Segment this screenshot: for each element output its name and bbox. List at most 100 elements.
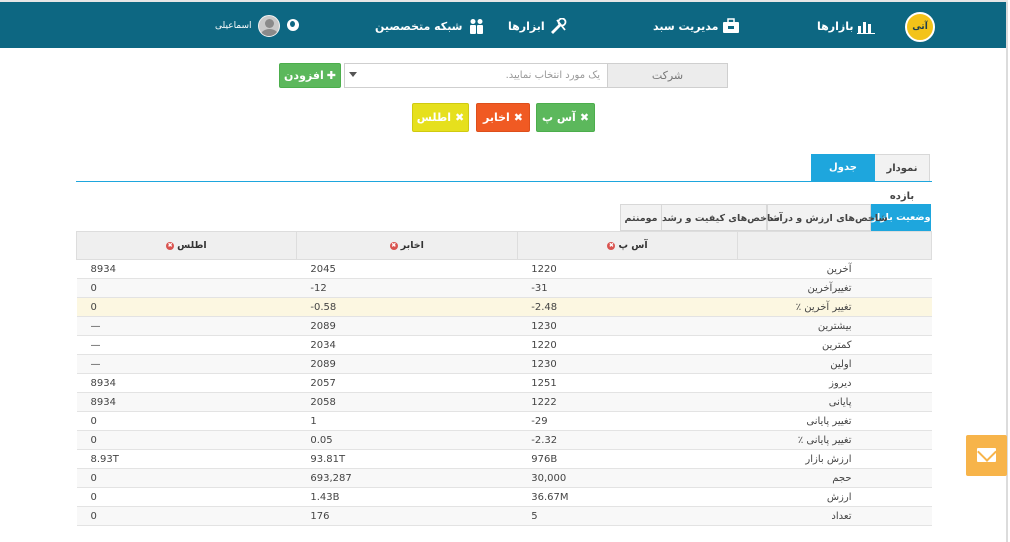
- cell-value: 1230: [517, 354, 738, 374]
- globe-icon[interactable]: [287, 19, 299, 31]
- cell-value: 36.67M: [517, 487, 738, 507]
- row-label: بیشترین: [737, 316, 932, 336]
- cell-value: 0.05: [296, 430, 518, 450]
- cell-value: 1220: [517, 259, 738, 279]
- cell-value: 1: [296, 411, 518, 431]
- table-row: کمترین 1220 2034 —: [76, 335, 932, 355]
- cell-value: 2058: [296, 392, 518, 412]
- tab-underline: [76, 181, 932, 182]
- row-label: حجم: [737, 468, 932, 488]
- cell-value: 0: [76, 411, 297, 431]
- cell-value: 0: [76, 278, 297, 298]
- avatar: [257, 15, 280, 37]
- tools-icon: [550, 18, 567, 34]
- nav-item-portfolio[interactable]: مدیریت سبد: [653, 17, 740, 35]
- row-label: تغییر آخرین ٪: [737, 297, 932, 317]
- tab-value-income[interactable]: شاخص‌های ارزش و درآمد: [767, 204, 888, 231]
- cell-value: 1251: [517, 373, 738, 393]
- close-icon[interactable]: ✖: [455, 111, 464, 124]
- row-label: ارزش: [737, 487, 932, 507]
- cell-value: 2089: [296, 316, 518, 336]
- tab-return-chart[interactable]: نمودار بازده: [874, 154, 930, 202]
- cell-value: -12: [296, 278, 518, 298]
- cell-value: 0: [76, 506, 297, 526]
- table-row: تغییر آخرین ٪ -2.48 -0.58 0: [76, 297, 932, 317]
- remove-icon[interactable]: ✖: [607, 241, 616, 250]
- bar-chart-icon: [857, 22, 876, 34]
- cell-value: —: [76, 335, 297, 355]
- company-select[interactable]: یک مورد انتخاب نمایید.: [344, 63, 608, 88]
- table-row: بیشترین 1230 2089 —: [76, 316, 932, 336]
- logo-text: آتی: [912, 22, 928, 32]
- cell-value: 8.93T: [76, 449, 297, 469]
- table-row: تغییر پایانی ٪ -2.32 0.05 0: [76, 430, 932, 450]
- cell-value: 976B: [517, 449, 738, 469]
- row-label: اولین: [737, 354, 932, 374]
- nav-label-experts: شبکه متخصصین: [375, 19, 463, 33]
- nav-item-experts[interactable]: شبکه متخصصین: [375, 17, 485, 35]
- cell-value: 2089: [296, 354, 518, 374]
- nav-label-markets: بازارها: [817, 19, 854, 33]
- row-label: آخرین: [737, 259, 932, 279]
- tab-comparison-table[interactable]: جدول مقایسه: [811, 154, 875, 201]
- chip-atlas[interactable]: ✖ اطلس: [412, 103, 469, 132]
- table-row: دیروز 1251 2057 8934: [76, 373, 932, 393]
- site-logo[interactable]: آتی: [905, 12, 935, 42]
- header-atlas: ✖ اطلس: [76, 231, 297, 260]
- user-menu[interactable]: اسماعیلی: [215, 15, 280, 37]
- row-label: تغییر پایانی: [737, 411, 932, 431]
- top-navbar: آتی بازارها مدیریت سبد ابزارها شبکه متخص…: [0, 0, 1008, 542]
- cell-value: -2.48: [517, 297, 738, 317]
- column-title: آس پ: [618, 240, 648, 251]
- nav-item-tools[interactable]: ابزارها: [508, 17, 567, 35]
- chip-asp[interactable]: ✖ آس پ: [536, 103, 595, 132]
- chip-akhbar[interactable]: ✖ اخابر: [476, 103, 530, 132]
- table-row: تعداد 5 176 0: [76, 506, 932, 526]
- cell-value: 8934: [76, 392, 297, 412]
- row-label: ارزش بازار: [737, 449, 932, 469]
- cell-value: 1222: [517, 392, 738, 412]
- cell-value: —: [76, 316, 297, 336]
- table-row: پایانی 1222 2058 8934: [76, 392, 932, 412]
- tab-momentum[interactable]: مومنتم: [620, 204, 662, 231]
- close-icon[interactable]: ✖: [580, 111, 589, 124]
- add-button-label: افزودن: [284, 69, 324, 82]
- row-label: تغییرآخرین: [737, 278, 932, 298]
- chip-label: اخابر: [482, 111, 510, 124]
- remove-icon[interactable]: ✖: [166, 241, 175, 250]
- cell-value: 8934: [76, 373, 297, 393]
- cell-value: 5: [517, 506, 738, 526]
- cell-value: 176: [296, 506, 518, 526]
- contact-mail-button[interactable]: [966, 435, 1007, 476]
- user-name: اسماعیلی: [215, 21, 252, 31]
- plus-icon: ✚: [326, 69, 336, 82]
- people-icon: [469, 19, 483, 34]
- cell-value: 30,000: [517, 468, 738, 488]
- cell-value: —: [76, 354, 297, 374]
- nav-item-markets[interactable]: بازارها: [817, 17, 876, 35]
- row-label: دیروز: [737, 373, 932, 393]
- table-row: ارزش 36.67M 1.43B 0: [76, 487, 932, 507]
- briefcase-icon: [723, 18, 740, 33]
- cell-value: 693,287: [296, 468, 518, 488]
- cell-value: 8934: [76, 259, 297, 279]
- cell-value: -2.32: [517, 430, 738, 450]
- table-row: ارزش بازار 976B 93.81T 8.93T: [76, 449, 932, 469]
- close-icon[interactable]: ✖: [514, 111, 523, 124]
- cell-value: 0: [76, 297, 297, 317]
- cell-value: 1220: [517, 335, 738, 355]
- cell-value: 0: [76, 468, 297, 488]
- cell-value: -31: [517, 278, 738, 298]
- caret-down-icon[interactable]: [349, 72, 357, 77]
- tab-quality-growth[interactable]: شاخص‌های کیفیت و رشد: [661, 204, 780, 231]
- add-company-button[interactable]: ✚ افزودن: [279, 63, 341, 88]
- cell-value: 2045: [296, 259, 518, 279]
- remove-icon[interactable]: ✖: [389, 241, 398, 250]
- cell-value: 1.43B: [296, 487, 518, 507]
- row-label: پایانی: [737, 392, 932, 412]
- table-row: آخرین 1220 2045 8934: [76, 259, 932, 279]
- table-row: اولین 1230 2089 —: [76, 354, 932, 374]
- cell-value: 1230: [517, 316, 738, 336]
- table-row: تغییرآخرین -31 -12 0: [76, 278, 932, 298]
- company-label: شرکت: [607, 63, 728, 88]
